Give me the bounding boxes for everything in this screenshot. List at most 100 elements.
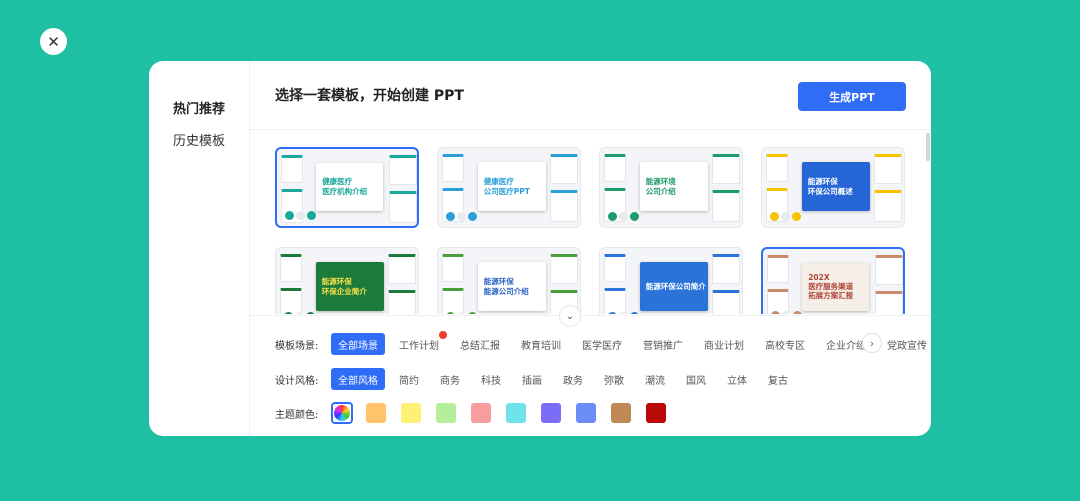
color-swatch[interactable] — [576, 403, 596, 423]
template-card[interactable]: 能源环保公司简介 — [599, 247, 743, 314]
decor-dots — [771, 311, 802, 314]
decor-dot — [630, 312, 639, 314]
template-card[interactable]: 健康医疗 公司医疗PPT — [437, 147, 581, 228]
mini-slide — [281, 155, 303, 183]
template-title-text: 能源公司介绍 — [483, 286, 529, 296]
decor-dot — [306, 312, 315, 314]
template-title-text: 能源环保 — [483, 277, 514, 287]
mini-slide — [875, 255, 903, 285]
decor-dot — [446, 312, 455, 314]
color-swatch[interactable] — [471, 403, 491, 423]
style-chip[interactable]: 弥散 — [597, 368, 631, 390]
color-swatch[interactable] — [541, 403, 561, 423]
decor-dot — [457, 312, 466, 314]
scene-chip[interactable]: 全部场景 — [331, 333, 385, 355]
decor-dot — [608, 212, 617, 221]
style-filter-row: 设计风格: 全部风格 简约 商务 科技 插画 政务 弥散 潮流 国风 立体 复古 — [275, 368, 802, 390]
template-card[interactable]: 能源环境 公司介绍 — [599, 147, 743, 228]
style-chip[interactable]: 潮流 — [638, 368, 672, 390]
decor-dot — [468, 212, 477, 221]
mini-slide — [550, 254, 578, 284]
template-title-text: 医疗机构介绍 — [322, 186, 368, 196]
template-hero-slide: 能源环保 环保公司概述 — [801, 162, 870, 212]
scene-chip[interactable]: 教育培训 — [514, 333, 568, 355]
template-grid: 健康医疗 医疗机构介绍 健康医疗 公司医疗PPT 能源环境 公司介绍 能源环保 环保公司概述能… — [250, 131, 930, 314]
mini-slide — [280, 288, 302, 314]
style-chip[interactable]: 全部风格 — [331, 368, 385, 390]
mini-slide — [712, 290, 740, 314]
template-title-text: 202X — [808, 272, 830, 282]
mini-slide — [280, 254, 302, 282]
color-swatch[interactable] — [506, 403, 526, 423]
template-title-text: 公司医疗PPT — [483, 186, 530, 196]
decor-dots — [770, 212, 801, 221]
template-card[interactable]: 202X 医疗服务渠道 拓展方案汇报 — [761, 247, 905, 314]
decor-dot — [619, 312, 628, 314]
style-chip[interactable]: 立体 — [720, 368, 754, 390]
decor-dot — [296, 211, 305, 220]
color-swatch[interactable] — [646, 403, 666, 423]
template-card[interactable]: 能源环保 能源公司介绍 — [437, 247, 581, 314]
mini-slide — [766, 154, 788, 182]
color-swatch[interactable] — [366, 403, 386, 423]
template-hero-slide: 能源环保公司简介 — [639, 262, 708, 312]
close-button[interactable]: ✕ — [40, 28, 67, 55]
scene-chip[interactable]: 高校专区 — [758, 333, 812, 355]
mini-slide — [875, 291, 903, 314]
scene-chip[interactable]: 医学医疗 — [575, 333, 629, 355]
scene-filter-label: 模板场景: — [275, 340, 319, 352]
expand-button[interactable]: ⌄ — [559, 305, 581, 327]
style-chip[interactable]: 政务 — [556, 368, 590, 390]
style-chip[interactable]: 商务 — [433, 368, 467, 390]
hot-badge-icon — [439, 331, 447, 339]
mini-slide — [874, 190, 902, 222]
decor-dot — [284, 312, 293, 314]
color-swatch[interactable] — [611, 403, 631, 423]
template-hero-slide: 健康医疗 医疗机构介绍 — [316, 162, 384, 211]
decor-dots — [446, 312, 477, 314]
scene-next-button[interactable]: › — [862, 333, 882, 353]
template-title-text: 环保企业简介 — [321, 286, 367, 296]
style-chip[interactable]: 国风 — [679, 368, 713, 390]
style-chip[interactable]: 插画 — [515, 368, 549, 390]
scene-chip[interactable]: 商业计划 — [697, 333, 751, 355]
generate-ppt-button[interactable]: 生成PPT — [798, 82, 906, 111]
mini-slide — [712, 254, 740, 284]
decor-dot — [781, 212, 790, 221]
template-card[interactable]: 能源环保 环保公司概述 — [761, 147, 905, 228]
decor-dot — [285, 211, 294, 220]
style-chip[interactable]: 科技 — [474, 368, 508, 390]
style-chip[interactable]: 简约 — [392, 368, 426, 390]
template-hero-slide: 健康医疗 公司医疗PPT — [477, 162, 546, 212]
style-chip[interactable]: 复古 — [761, 368, 795, 390]
scroll-thumb[interactable] — [926, 133, 930, 161]
mini-slide — [712, 154, 740, 184]
template-card[interactable]: 健康医疗 医疗机构介绍 — [275, 147, 419, 228]
template-hero-slide: 能源环保 环保企业简介 — [315, 262, 384, 312]
decor-dot — [446, 212, 455, 221]
mini-slide — [604, 288, 626, 314]
mini-slide — [388, 254, 416, 284]
scene-chip[interactable]: 营销推广 — [636, 333, 690, 355]
sidebar: 热门推荐 历史模板 — [149, 61, 250, 436]
scrollbar[interactable] — [926, 131, 931, 314]
filter-panel: 模板场景: 全部场景 工作计划 总结汇报 教育培训 医学医疗 营销推广 商业计划 高校专区 企业… — [250, 315, 931, 436]
decor-dots — [446, 212, 477, 221]
color-swatch-all[interactable] — [331, 402, 353, 424]
sidebar-item-history[interactable]: 历史模板 — [149, 123, 249, 155]
color-swatch[interactable] — [436, 403, 456, 423]
color-swatch[interactable] — [401, 403, 421, 423]
color-filter-label: 主题颜色: — [275, 409, 319, 421]
header: 选择一套模板，开始创建 PPT 生成PPT — [250, 61, 931, 130]
scene-chip[interactable]: 工作计划 — [392, 331, 447, 355]
decor-dot — [630, 212, 639, 221]
scene-chip[interactable]: 总结汇报 — [453, 333, 507, 355]
mini-slide — [389, 191, 417, 223]
template-card[interactable]: 能源环保 环保企业简介 — [275, 247, 419, 314]
decor-dot — [770, 212, 779, 221]
template-title-text: 健康医疗 — [322, 177, 353, 187]
decor-dot — [771, 311, 780, 314]
scene-chip[interactable]: 党政宣传 — [880, 333, 931, 355]
sidebar-item-hot[interactable]: 热门推荐 — [149, 91, 249, 123]
template-title-text: 拓展方案汇报 — [808, 291, 854, 301]
